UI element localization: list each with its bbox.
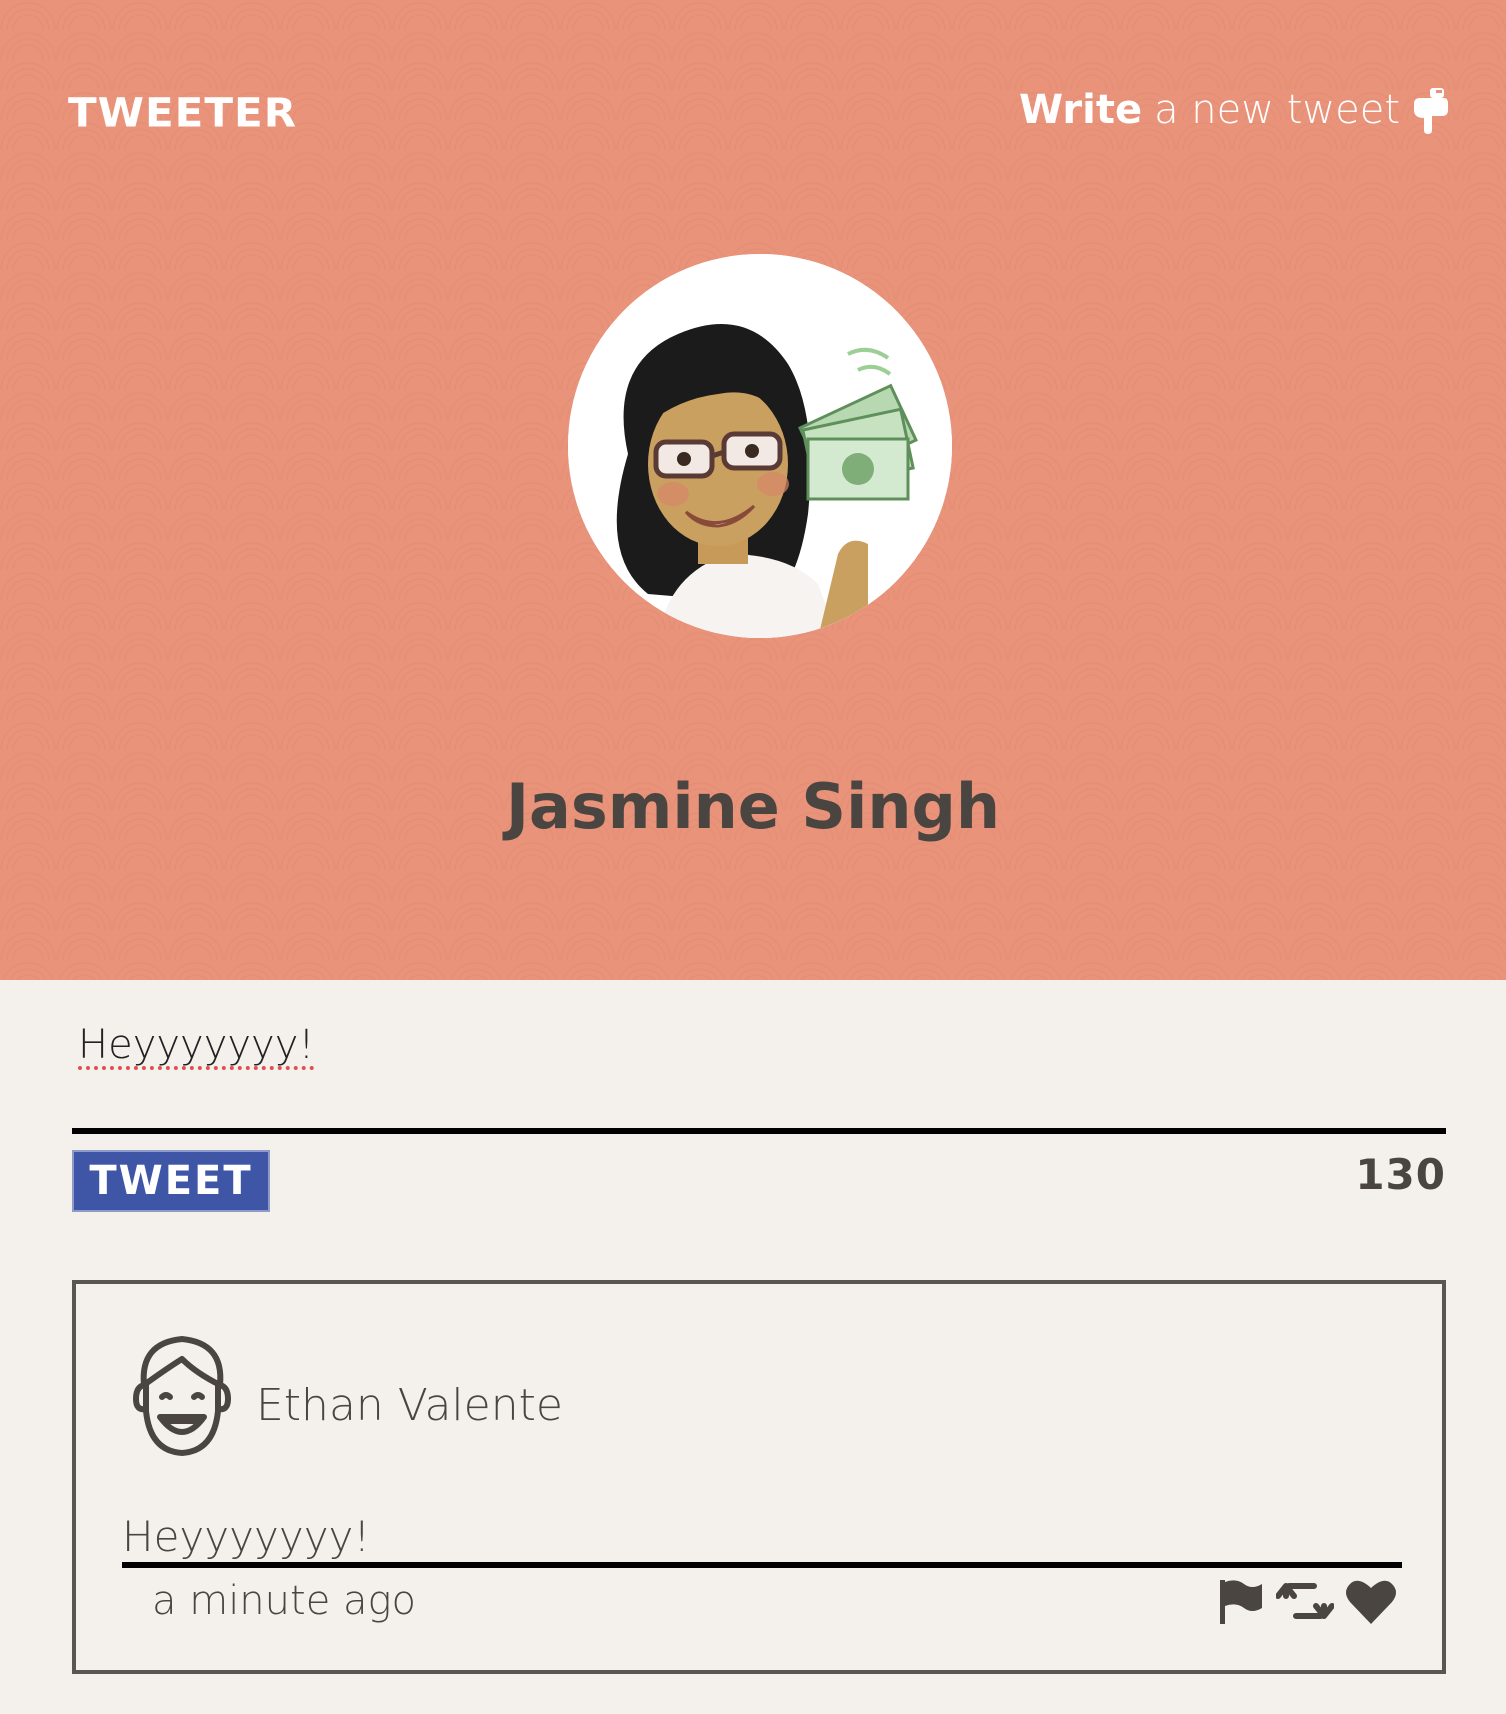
brand-logo[interactable]: TWEETER: [68, 89, 297, 136]
pointing-hand-icon: [1410, 86, 1450, 134]
heart-icon[interactable]: [1344, 1576, 1398, 1630]
write-new-tweet-link[interactable]: Write a new tweet: [1019, 86, 1450, 134]
smiling-face-avatar-icon: [126, 1329, 238, 1459]
composer-divider: [72, 1128, 1446, 1134]
tweet-divider: [122, 1562, 1402, 1568]
tweet-author: Ethan Valente: [256, 1380, 563, 1431]
profile-header: TWEETER Write a new tweet Jasmine Singh: [0, 0, 1506, 980]
write-link-strong: Write: [1018, 87, 1143, 133]
tweet-actions: [1216, 1576, 1398, 1630]
tweet-text: Heyyyyyyy!: [122, 1512, 371, 1561]
profile-name: Jasmine Singh: [505, 770, 1000, 843]
profile-avatar: [568, 254, 952, 638]
tweet-submit-button[interactable]: TWEET: [72, 1150, 270, 1212]
character-counter: 130: [1355, 1150, 1446, 1199]
flag-icon[interactable]: [1216, 1576, 1266, 1630]
tweet-timestamp: a minute ago: [152, 1578, 417, 1624]
write-link-rest: a new tweet: [1154, 87, 1400, 133]
retweet-icon[interactable]: [1275, 1576, 1335, 1630]
tweet-card: Ethan Valente Heyyyyyyy! a minute ago: [72, 1280, 1446, 1674]
tweet-compose-input[interactable]: Heyyyyyyy!: [78, 1022, 314, 1068]
